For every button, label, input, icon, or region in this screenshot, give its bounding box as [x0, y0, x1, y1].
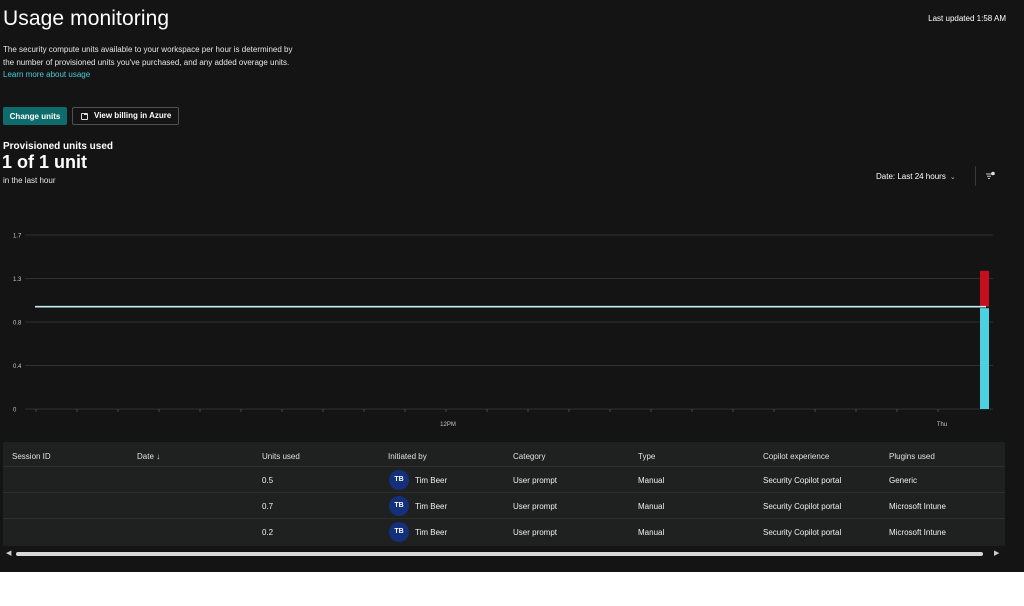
column-header-type[interactable]: Type [638, 452, 655, 461]
type-cell: Manual [638, 476, 665, 485]
open-external-icon [81, 112, 88, 120]
scroll-right-arrow-icon[interactable]: ▶ [994, 549, 999, 557]
filter-icon[interactable] [985, 171, 995, 181]
units-cell: 0.2 [262, 528, 274, 537]
provisioned-units-label: Provisioned units used [3, 141, 114, 152]
type-cell: Manual [638, 502, 665, 511]
y-tick-label: 1.7 [13, 234, 22, 240]
y-tick-label: 0.4 [13, 364, 22, 370]
date-filter-dropdown[interactable]: Date: Last 24 hours ⌄ [876, 172, 956, 181]
learn-more-link[interactable]: Learn more about usage [3, 70, 90, 79]
copilot-experience-cell: Security Copilot portal [763, 528, 842, 537]
copilot-experience-cell: Security Copilot portal [763, 476, 842, 485]
usage-chart-svg: 1.7 1.3 0.8 0.4 0 12PM Thu [13, 234, 993, 428]
category-cell: User prompt [513, 476, 558, 485]
type-cell: Manual [638, 528, 665, 537]
column-header-units-used[interactable]: Units used [262, 452, 300, 461]
y-tick-label: 1.3 [13, 277, 22, 283]
last-updated-text: Last updated 1:58 AM [928, 14, 1006, 23]
table-row[interactable]: 0.5 TB Tim Beer User prompt Manual Secur… [3, 466, 1005, 493]
chevron-down-icon: ⌄ [949, 173, 956, 181]
initiated-by-cell: Tim Beer [415, 528, 448, 537]
date-filter-label: Date: Last 24 hours [876, 172, 946, 181]
column-header-session-id[interactable]: Session ID [12, 452, 51, 461]
provisioned-units-period: in the last hour [3, 176, 56, 185]
scrollbar-thumb[interactable] [16, 552, 983, 556]
initiated-by-cell: Tim Beer [415, 476, 448, 485]
page-title: Usage monitoring [3, 7, 170, 30]
column-header-category[interactable]: Category [513, 452, 545, 461]
scroll-left-arrow-icon[interactable]: ◀ [6, 549, 11, 557]
copilot-experience-cell: Security Copilot portal [763, 502, 842, 511]
sort-down-icon: ↓ [156, 452, 161, 461]
usage-chart: 1.7 1.3 0.8 0.4 0 12PM Thu [0, 222, 1024, 436]
usage-bar-segment [980, 270, 989, 307]
usage-bar-segment [980, 308, 989, 409]
column-header-date[interactable]: Date ↓ [137, 452, 160, 461]
column-header-copilot-experience[interactable]: Copilot experience [763, 452, 829, 461]
usage-monitoring-page: Usage monitoring Last updated 1:58 AM Th… [0, 0, 1024, 572]
table-header: Session ID Date ↓ Units used Initiated b… [3, 442, 1005, 466]
table-row[interactable]: 0.7 TB Tim Beer User prompt Manual Secur… [3, 492, 1005, 519]
usage-table: Session ID Date ↓ Units used Initiated b… [3, 442, 1005, 546]
avatar: TB [389, 470, 409, 490]
category-cell: User prompt [513, 528, 558, 537]
units-cell: 0.5 [262, 476, 274, 485]
table-row[interactable]: 0.2 TB Tim Beer User prompt Manual Secur… [3, 518, 1005, 545]
column-header-date-label: Date [137, 452, 154, 461]
avatar: TB [389, 522, 409, 542]
column-header-initiated-by[interactable]: Initiated by [388, 452, 427, 461]
divider [975, 166, 976, 186]
view-billing-label: View billing in Azure [94, 111, 172, 120]
plugins-cell: Microsoft Intune [889, 502, 946, 511]
plugins-cell: Microsoft Intune [889, 528, 946, 537]
provisioned-units-value: 1 of 1 unit [2, 152, 87, 172]
category-cell: User prompt [513, 502, 558, 511]
units-cell: 0.7 [262, 502, 274, 511]
description: The security compute units available to … [3, 44, 303, 82]
x-tick-label: 12PM [440, 422, 456, 428]
y-tick-label: 0.8 [13, 321, 22, 327]
column-header-plugins-used[interactable]: Plugins used [889, 452, 935, 461]
x-tick-label: Thu [937, 422, 947, 428]
change-units-button[interactable]: Change units [3, 107, 67, 125]
avatar: TB [389, 496, 409, 516]
y-tick-label: 0 [13, 408, 17, 414]
initiated-by-cell: Tim Beer [415, 502, 448, 511]
plugins-cell: Generic [889, 476, 918, 485]
horizontal-scrollbar[interactable]: ◀ ▶ [0, 548, 1024, 560]
view-billing-button[interactable]: View billing in Azure [72, 107, 179, 125]
description-text: The security compute units available to … [3, 45, 293, 67]
